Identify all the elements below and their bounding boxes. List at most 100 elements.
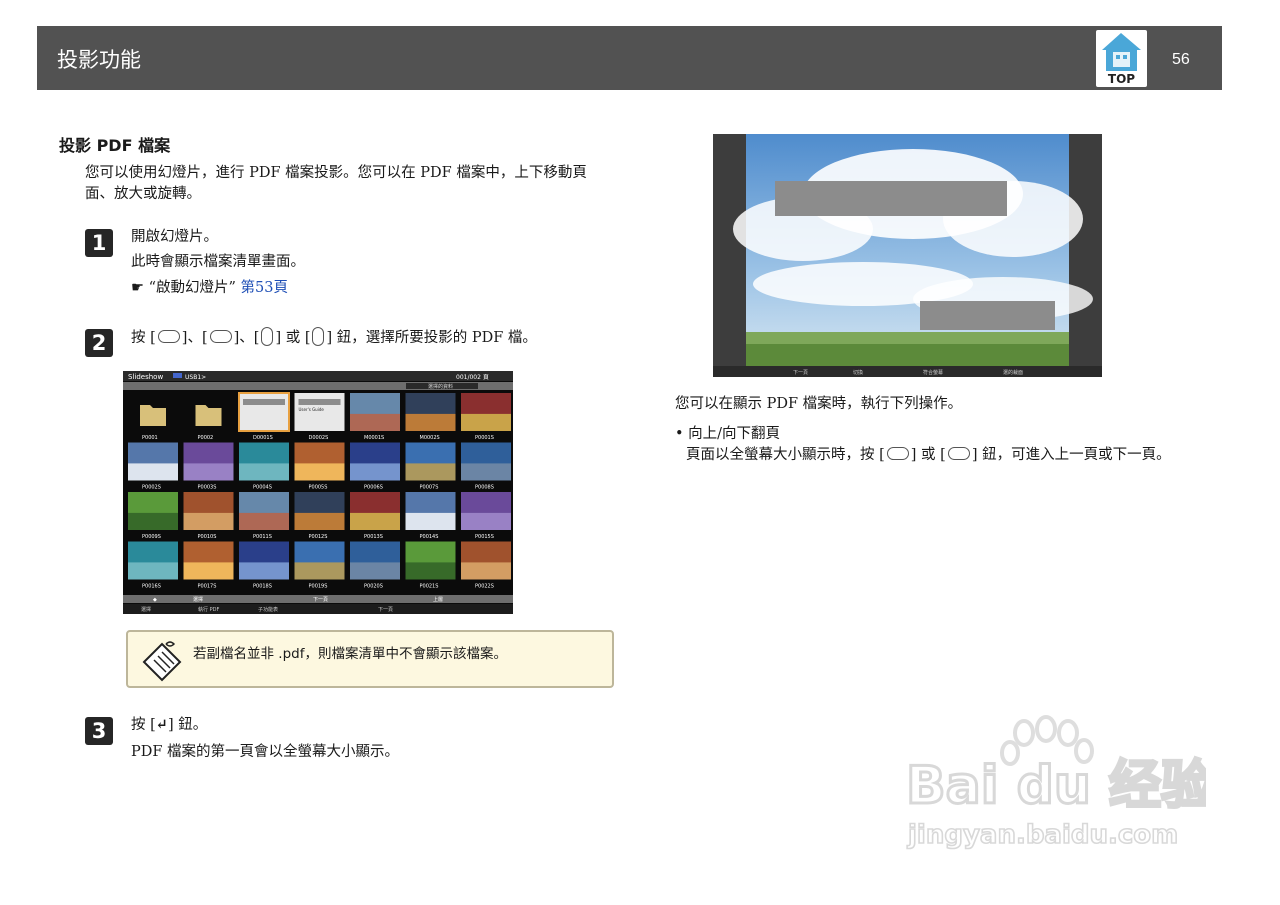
section-intro: 您可以使用幻燈片，進行 PDF 檔案投影。您可以在 PDF 檔案中，上下移動頁面… bbox=[85, 165, 587, 202]
svg-text:下一頁: 下一頁 bbox=[313, 597, 328, 603]
file-tile[interactable]: P0014S bbox=[405, 492, 456, 540]
file-label: P0002 bbox=[198, 435, 214, 441]
step-1-reference: ☛ “啟動幻燈片” 第53頁 bbox=[131, 278, 288, 298]
file-tile[interactable]: P0011S bbox=[239, 492, 289, 540]
svg-text:◆: ◆ bbox=[153, 597, 157, 603]
file-tile[interactable]: P0006S bbox=[350, 442, 400, 491]
step-number-3: 3 bbox=[85, 717, 113, 745]
file-tile[interactable]: P0016S bbox=[128, 541, 178, 590]
baidu-watermark: Bai du 经验 jingyan.baidu.com bbox=[905, 715, 1215, 855]
step-3-text: 按 [↵] 鈕。 bbox=[131, 716, 208, 733]
step-2-text: 按 []、[]、[] 或 [] 鈕，選擇所要投影的 PDF 檔。 bbox=[131, 327, 537, 348]
step-number-2: 2 bbox=[85, 329, 113, 357]
file-tile[interactable]: P0007S bbox=[405, 442, 456, 491]
page-header: 投影功能 TOP 56 bbox=[37, 26, 1222, 90]
slideshow-source: USB1> bbox=[185, 374, 206, 381]
file-label: P0007S bbox=[420, 485, 439, 491]
file-tile[interactable]: M0002S bbox=[405, 393, 456, 441]
file-tile[interactable]: M0001S bbox=[350, 393, 400, 441]
svg-text:選擇: 選擇 bbox=[193, 596, 203, 603]
file-label: P0011S bbox=[253, 534, 272, 540]
file-label: P0013S bbox=[364, 534, 383, 540]
operations-caption: 您可以在顯示 PDF 檔案時，執行下列操作。 bbox=[675, 396, 963, 412]
top-button[interactable]: TOP bbox=[1096, 30, 1147, 87]
section-title: 投影 PDF 檔案 bbox=[59, 136, 171, 155]
reference-link[interactable]: 第53頁 bbox=[241, 280, 288, 296]
file-tile[interactable]: P0004S bbox=[239, 442, 289, 491]
slideshow-title: Slideshow bbox=[128, 373, 163, 381]
pdf-page-image: 下一頁 切換 符合螢幕 選的裁面 bbox=[713, 134, 1102, 377]
file-label: P0001 bbox=[142, 435, 158, 441]
file-label: P0017S bbox=[198, 584, 217, 590]
svg-text:下一頁: 下一頁 bbox=[793, 370, 808, 376]
file-label: P0022S bbox=[475, 584, 494, 590]
baidu-paw-logo: Bai du 经验 jingyan.baidu.com bbox=[905, 715, 1215, 851]
file-label: P0014S bbox=[420, 534, 439, 540]
file-label: P0006S bbox=[364, 485, 383, 491]
hand-pointer-icon: ☛ bbox=[131, 280, 144, 296]
svg-text:下一頁: 下一頁 bbox=[378, 607, 393, 613]
file-tile[interactable]: P0003S bbox=[183, 442, 234, 491]
file-tile[interactable]: P0021S bbox=[405, 541, 456, 590]
file-tile[interactable]: P0015S bbox=[461, 492, 511, 540]
up-key-icon bbox=[157, 330, 180, 343]
step-number-1: 1 bbox=[85, 229, 113, 257]
memo-icon bbox=[142, 641, 182, 682]
page-number: 56 bbox=[1172, 51, 1190, 68]
file-label: P0008S bbox=[475, 485, 494, 491]
file-tile[interactable]: P0002 bbox=[183, 393, 234, 441]
file-tile[interactable]: P0019S bbox=[294, 541, 345, 590]
step-1-text: 開啟幻燈片。 bbox=[131, 229, 218, 245]
file-list-screenshot: Slideshow USB1> 001/002 頁 選擇的資料 P0001 P00… bbox=[123, 371, 513, 614]
file-tile[interactable]: P0001 bbox=[128, 393, 178, 441]
file-label: P0021S bbox=[420, 584, 439, 590]
file-tile[interactable]: P0002S bbox=[128, 442, 178, 491]
file-tile[interactable]: P0022S bbox=[461, 541, 511, 590]
file-tile[interactable]: P0005S bbox=[294, 442, 345, 491]
folder-icon bbox=[140, 405, 166, 426]
bullet-page-flip-title: • 向上/向下翻頁 bbox=[675, 426, 781, 442]
file-tile[interactable]: P0009S bbox=[128, 492, 178, 540]
file-tile[interactable]: P0010S bbox=[183, 492, 234, 540]
file-label: P0018S bbox=[253, 584, 272, 590]
svg-text:上層: 上層 bbox=[433, 596, 443, 603]
pdf-fullscreen-screenshot: 下一頁 切換 符合螢幕 選的裁面 bbox=[713, 134, 1102, 377]
svg-text:選擇: 選擇 bbox=[141, 606, 151, 613]
left-key-icon bbox=[261, 327, 274, 346]
svg-text:符合螢幕: 符合螢幕 bbox=[923, 369, 943, 376]
step-1-result: 此時會顯示檔案清單畫面。 bbox=[131, 254, 305, 270]
file-tile[interactable]: User's Guide D0002S bbox=[294, 393, 345, 441]
svg-text:執行 PDF: 執行 PDF bbox=[198, 606, 219, 613]
file-tile[interactable]: P0008S bbox=[461, 442, 511, 491]
file-label: M0002S bbox=[420, 435, 440, 441]
svg-text:選的裁面: 選的裁面 bbox=[1003, 369, 1023, 376]
file-tile[interactable]: P0012S bbox=[294, 492, 345, 540]
file-tile[interactable]: P0018S bbox=[239, 541, 289, 590]
file-label: D0002S bbox=[309, 435, 329, 441]
folder-icon bbox=[195, 405, 222, 426]
svg-text:TOP: TOP bbox=[1108, 72, 1135, 86]
file-label: P0020S bbox=[364, 584, 383, 590]
enter-key-icon: ↵ bbox=[155, 716, 168, 733]
file-label: M0001S bbox=[364, 435, 384, 441]
file-label: P0002S bbox=[142, 485, 161, 491]
page-title: 投影功能 bbox=[57, 48, 141, 72]
file-label: P0005S bbox=[309, 485, 328, 491]
right-key-icon bbox=[312, 327, 325, 346]
file-tile[interactable]: P0001S bbox=[461, 393, 511, 441]
note-text: 若副檔名並非 .pdf，則檔案清單中不會顯示該檔案。 bbox=[193, 646, 507, 662]
file-tile[interactable]: P0017S bbox=[183, 541, 234, 590]
file-tile[interactable]: D0001S bbox=[238, 392, 290, 441]
file-label: P0016S bbox=[142, 584, 161, 590]
file-tile[interactable]: P0020S bbox=[350, 541, 400, 590]
file-list-image: Slideshow USB1> 001/002 頁 選擇的資料 P0001 P00… bbox=[123, 371, 513, 614]
baidu-url-text: jingyan.baidu.com bbox=[907, 820, 1178, 850]
reference-title: “啟動幻燈片” bbox=[148, 280, 236, 296]
svg-text:子功能表: 子功能表 bbox=[258, 606, 278, 613]
file-tile[interactable]: P0013S bbox=[350, 492, 400, 540]
file-label: P0012S bbox=[309, 534, 328, 540]
bullet-page-flip-text: 頁面以全螢幕大小顯示時，按 [] 或 [] 鈕，可進入上一頁或下一頁。 bbox=[686, 447, 1171, 463]
file-label: P0010S bbox=[198, 534, 217, 540]
slideshow-page-info: 001/002 頁 bbox=[456, 374, 489, 381]
slideshow-top-button: 選擇的資料 bbox=[428, 383, 453, 390]
